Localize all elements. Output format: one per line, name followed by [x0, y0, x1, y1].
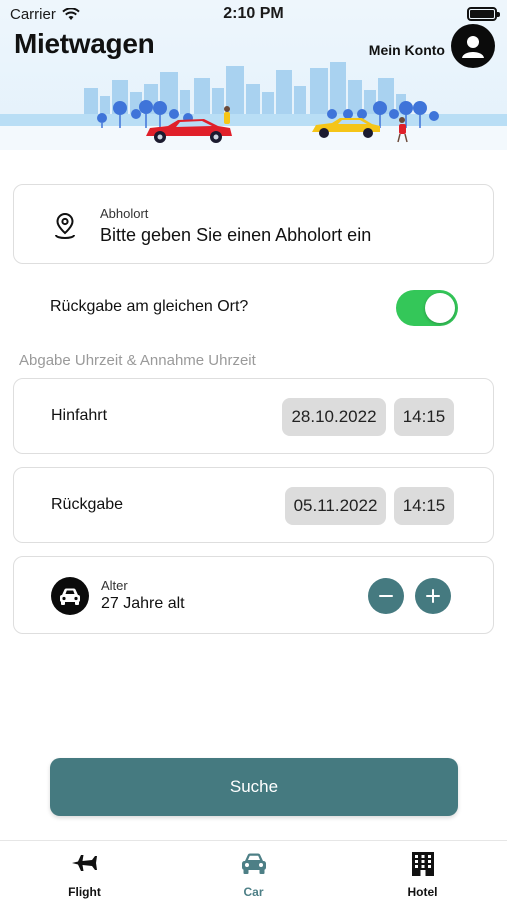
hotel-icon — [411, 852, 434, 876]
pickup-location-field[interactable]: Abholort Bitte geben Sie einen Abholort … — [13, 184, 494, 264]
times-section-heading: Abgabe Uhrzeit & Annahme Uhrzeit — [19, 352, 256, 369]
outbound-date-picker[interactable]: 28.10.2022 — [282, 398, 386, 436]
same-location-toggle[interactable] — [396, 290, 458, 326]
tab-hotel-label: Hotel — [407, 885, 438, 899]
outbound-time-picker[interactable]: 14:15 — [394, 398, 454, 436]
car-front-icon — [51, 577, 89, 615]
age-label: Alter — [101, 578, 128, 593]
page-title: Mietwagen — [11, 28, 155, 60]
same-location-label: Rückgabe am gleichen Ort? — [50, 298, 249, 315]
user-icon — [462, 36, 484, 58]
return-date-picker[interactable]: 05.11.2022 — [285, 487, 386, 525]
avatar[interactable] — [451, 24, 495, 68]
tab-flight-label: Flight — [68, 885, 101, 899]
tab-car[interactable]: Car — [169, 841, 338, 900]
increase-age-button[interactable] — [415, 578, 451, 614]
airplane-icon — [71, 855, 97, 871]
bottom-tab-bar: Flight Car Hotel — [0, 840, 507, 900]
return-label: Rückgabe — [51, 496, 124, 513]
return-time-picker[interactable]: 14:15 — [394, 487, 454, 525]
return-card: Rückgabe 05.11.2022 14:15 — [13, 467, 494, 543]
toggle-knob — [425, 293, 455, 323]
minus-icon — [379, 595, 393, 597]
tab-hotel[interactable]: Hotel — [338, 841, 507, 900]
pickup-input[interactable]: Bitte geben Sie einen Abholort ein — [100, 225, 371, 246]
status-time: 2:10 PM — [223, 5, 284, 22]
decrease-age-button[interactable] — [368, 578, 404, 614]
location-pin-icon — [55, 212, 75, 239]
plus-icon — [426, 589, 440, 603]
same-location-row: Rückgabe am gleichen Ort? — [0, 284, 507, 332]
tab-car-label: Car — [243, 885, 264, 899]
tab-flight[interactable]: Flight — [0, 841, 169, 900]
car-icon — [241, 853, 266, 874]
outbound-label: Hinfahrt — [51, 407, 108, 424]
search-button[interactable]: Suche — [50, 758, 458, 816]
outbound-card: Hinfahrt 28.10.2022 14:15 — [13, 378, 494, 454]
pickup-label: Abholort — [100, 206, 149, 221]
age-value: 27 Jahre alt — [101, 595, 185, 612]
account-label[interactable]: Mein Konto — [369, 42, 445, 58]
driver-age-card: Alter 27 Jahre alt — [13, 556, 494, 634]
battery-icon — [467, 7, 500, 21]
status-bar: Carrier 2:10 PM — [0, 0, 507, 28]
